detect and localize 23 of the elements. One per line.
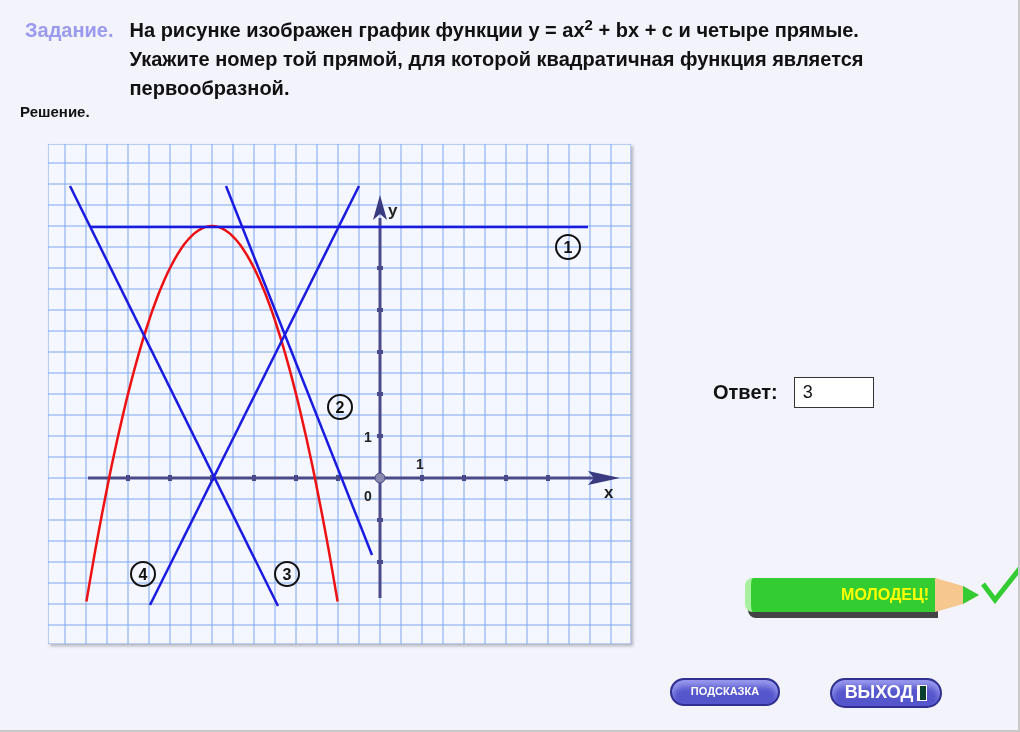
solution-label: Решение. xyxy=(20,102,90,122)
task-text: На рисунке изображен график функции y = ax$^{2}$ + bx + c и четыре прямые. Укажите номер той прямой, для которой квадратичная функция является первообразной. xyxy=(129,16,865,101)
origin-label: 0 xyxy=(364,487,372,504)
task-label: Задание. xyxy=(25,18,114,43)
answer-label: Ответ: xyxy=(713,380,778,405)
line-number: 3 xyxy=(282,565,292,583)
door-icon xyxy=(917,684,928,701)
origin-point xyxy=(374,472,386,483)
exit-button[interactable]: ВЫХОД xyxy=(830,677,942,708)
number-circle xyxy=(274,560,300,587)
line-number: 4 xyxy=(138,565,148,583)
answer-field[interactable]: 3 xyxy=(793,376,874,408)
axis-label: y xyxy=(388,200,398,220)
pencil-tip-icon xyxy=(935,577,979,612)
line-number: 1 xyxy=(563,238,573,256)
number-circle xyxy=(327,393,353,420)
number-circle xyxy=(555,233,581,260)
unit-label: 1 xyxy=(416,455,424,472)
line-number: 2 xyxy=(335,398,345,416)
axis-label: x xyxy=(604,482,614,502)
number-circle xyxy=(130,560,156,587)
hint-button[interactable]: ПОДСКАЗКА xyxy=(670,677,780,706)
unit-label: 1 xyxy=(364,428,372,445)
